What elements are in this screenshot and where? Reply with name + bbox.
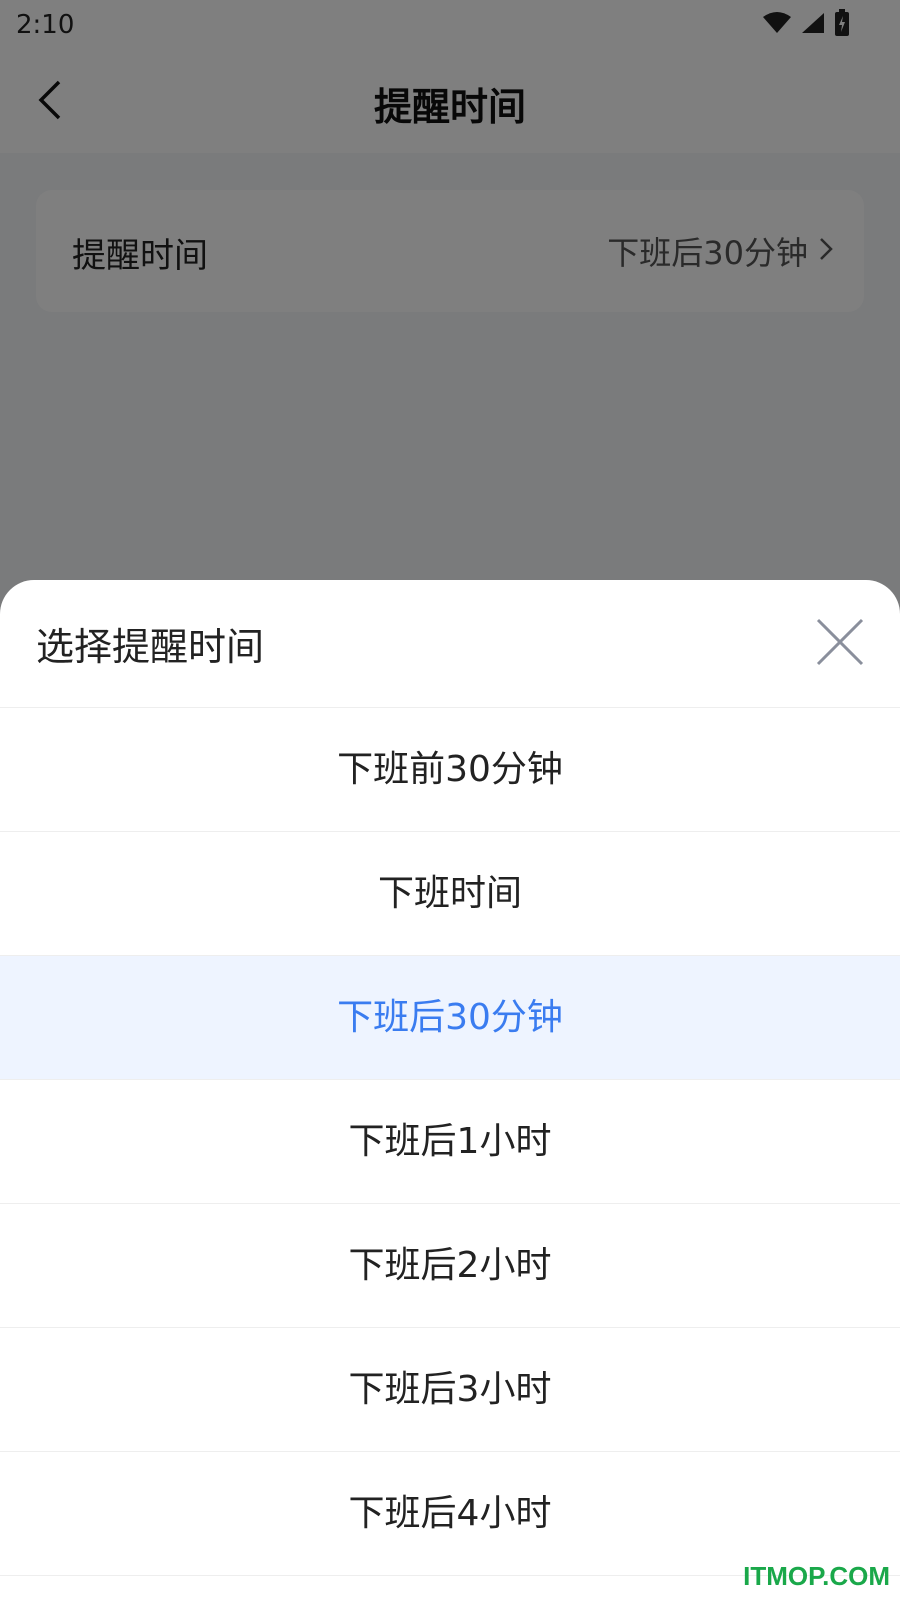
sheet-header: 选择提醒时间 bbox=[0, 580, 900, 708]
sheet-title: 选择提醒时间 bbox=[36, 625, 265, 669]
option-item[interactable]: 下班后4小时 bbox=[0, 1452, 900, 1576]
close-icon bbox=[815, 617, 865, 671]
close-button[interactable] bbox=[810, 614, 870, 674]
option-item[interactable]: 下班后1小时 bbox=[0, 1080, 900, 1204]
option-item[interactable]: 下班时间 bbox=[0, 832, 900, 956]
option-item-selected[interactable]: 下班后30分钟 bbox=[0, 956, 900, 1080]
time-picker-sheet: 选择提醒时间 下班前30分钟 下班时间 下班后30分钟 下班后1小时 下班后2小… bbox=[0, 580, 900, 1600]
option-item[interactable]: 下班前30分钟 bbox=[0, 708, 900, 832]
option-item[interactable]: 下班后3小时 bbox=[0, 1328, 900, 1452]
option-list: 下班前30分钟 下班时间 下班后30分钟 下班后1小时 下班后2小时 下班后3小… bbox=[0, 708, 900, 1576]
watermark: ITMOP.COM bbox=[743, 1561, 890, 1591]
option-item[interactable]: 下班后2小时 bbox=[0, 1204, 900, 1328]
